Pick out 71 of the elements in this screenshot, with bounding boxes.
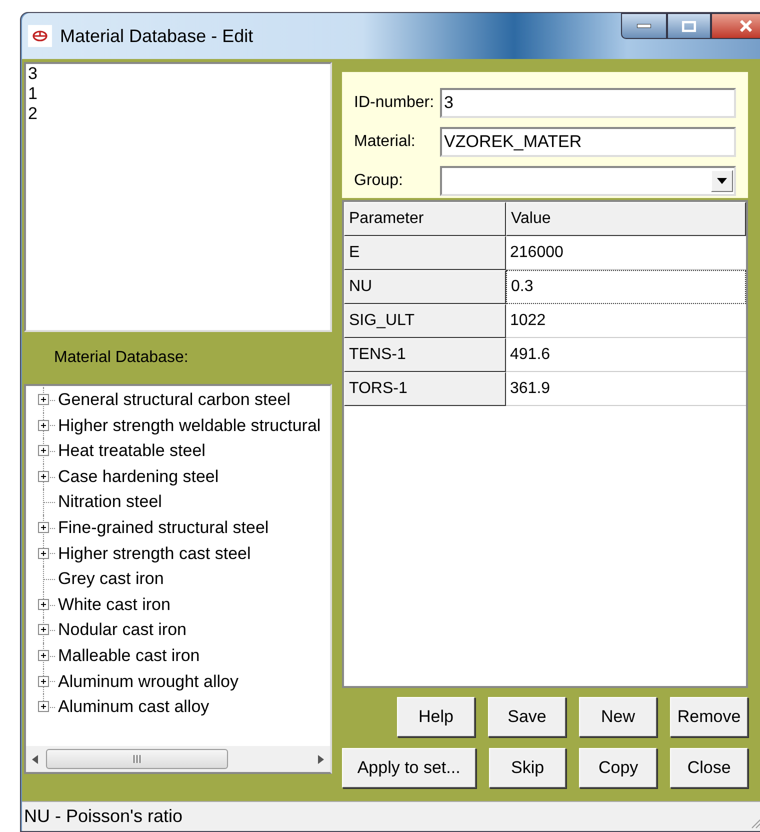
app-logo-icon	[32, 30, 48, 42]
group-dropdown[interactable]	[440, 166, 736, 196]
field-label: Material:	[354, 132, 416, 152]
expand-icon[interactable]	[38, 522, 49, 533]
id-field[interactable]: 3	[440, 88, 736, 118]
scroll-thumb[interactable]	[46, 749, 228, 769]
tree-item[interactable]: Nodular cast iron	[58, 617, 187, 643]
column-header: Parameter	[344, 202, 506, 236]
value-cell[interactable]: 491.6	[506, 338, 746, 372]
value-cell[interactable]: 0.3	[506, 270, 746, 304]
expand-icon[interactable]	[38, 394, 49, 405]
dialog-button[interactable]: Copy	[579, 748, 658, 788]
tree-item[interactable]: Aluminum wrought alloy	[58, 668, 238, 694]
id-list[interactable]: 3 1 2	[24, 62, 332, 332]
tree-item[interactable]: Aluminum cast alloy	[58, 694, 210, 720]
dialog-button[interactable]: Remove	[670, 697, 748, 737]
minimize-button[interactable]	[621, 13, 667, 39]
dialog-button[interactable]: Save	[488, 697, 566, 737]
material-tree[interactable]	[24, 384, 332, 774]
dialog-button[interactable]: Close	[670, 748, 748, 788]
expand-icon[interactable]	[38, 598, 49, 610]
close-button[interactable]	[711, 13, 760, 39]
tree-item[interactable]: Grey cast iron	[58, 566, 164, 592]
dialog-button[interactable]: New	[579, 697, 657, 737]
scroll-right-icon[interactable]	[318, 754, 324, 764]
expand-icon[interactable]	[38, 701, 49, 712]
value-cell[interactable]: 216000	[506, 236, 746, 270]
tree-item[interactable]: Higher strength weldable structural	[58, 412, 321, 438]
expand-icon[interactable]	[38, 420, 49, 431]
scroll-left-icon[interactable]	[32, 754, 38, 764]
list-item[interactable]: 1	[28, 84, 38, 104]
value-cell[interactable]: 1022	[506, 304, 746, 338]
column-header: Value	[506, 202, 746, 236]
tree-item[interactable]: General structural carbon steel	[58, 387, 290, 413]
close-icon	[739, 20, 753, 32]
list-item[interactable]: 2	[28, 104, 38, 124]
list-item[interactable]: 3	[28, 64, 38, 84]
tree-item[interactable]: White cast iron	[58, 592, 170, 618]
maximize-button[interactable]	[667, 13, 711, 39]
expand-icon[interactable]	[38, 470, 49, 482]
tree-item[interactable]: Heat treatable steel	[58, 438, 206, 464]
dialog-button[interactable]: Help	[397, 697, 475, 737]
expand-icon[interactable]	[38, 676, 49, 687]
tree-item[interactable]: Fine-grained structural steel	[58, 515, 269, 541]
expand-icon[interactable]	[38, 650, 49, 661]
maximize-icon	[682, 20, 696, 32]
expand-icon[interactable]	[38, 624, 49, 636]
parameter-cell: TENS-1	[344, 338, 506, 372]
status-text: NU - Poisson's ratio	[24, 805, 182, 828]
dropdown-arrow-icon	[717, 178, 727, 184]
expand-icon[interactable]	[38, 548, 49, 559]
window-title: Material Database - Edit	[60, 24, 254, 48]
field-label: ID-number:	[354, 93, 436, 113]
tree-item[interactable]: Higher strength cast steel	[58, 540, 251, 566]
value-cell[interactable]: 361.9	[506, 372, 746, 406]
tree-heading: Material Database:	[54, 348, 188, 368]
minimize-icon	[637, 24, 651, 28]
horizontal-scrollbar[interactable]	[26, 746, 330, 772]
tree-item[interactable]: Malleable cast iron	[58, 642, 200, 668]
dialog-button[interactable]: Skip	[488, 748, 566, 788]
material-field[interactable]: VZOREK_MATER	[440, 127, 736, 157]
field-label: Group:	[354, 171, 404, 191]
parameter-cell: NU	[344, 270, 506, 304]
tree-item[interactable]: Case hardening steel	[58, 464, 219, 490]
parameter-cell: SIG_ULT	[344, 304, 506, 338]
grip-icon	[133, 755, 141, 763]
parameter-cell: TORS-1	[344, 372, 506, 406]
expand-icon[interactable]	[38, 445, 49, 456]
dialog-button[interactable]: Apply to set...	[342, 748, 476, 788]
parameter-cell: E	[344, 236, 506, 270]
tree-item[interactable]: Nitration steel	[58, 489, 162, 515]
